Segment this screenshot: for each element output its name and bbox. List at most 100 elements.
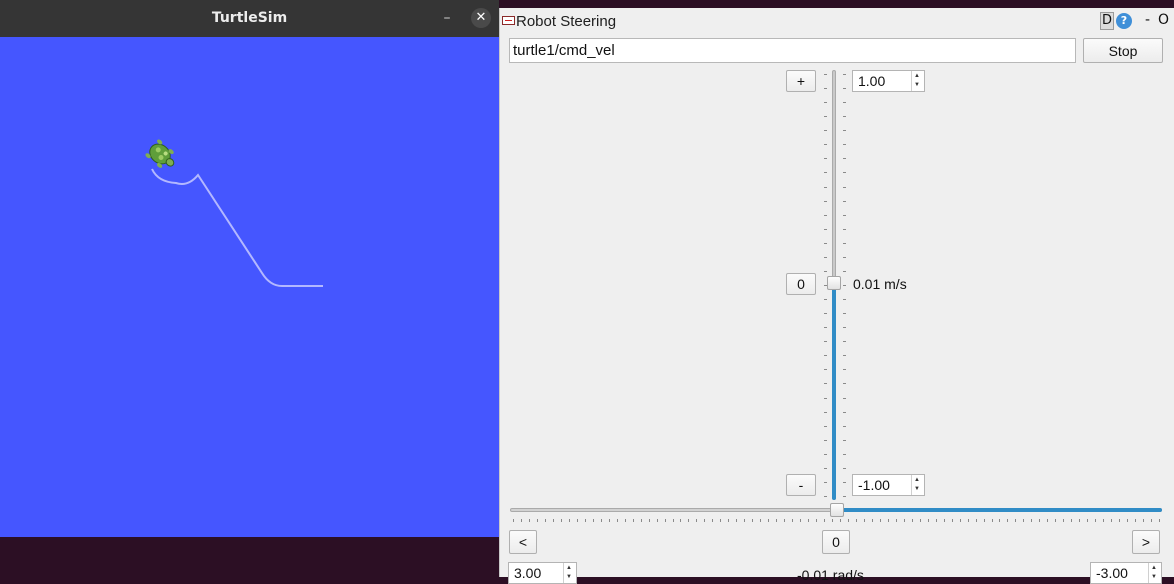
slider-tick: [843, 172, 846, 174]
spin-arrows-icon[interactable]: ▲ ▼: [911, 71, 924, 91]
slider-tick: [792, 519, 794, 522]
slider-tick: [959, 519, 961, 522]
minimize-plugin-button[interactable]: -: [1145, 12, 1150, 28]
slider-tick: [776, 519, 778, 522]
slider-tick: [863, 519, 865, 522]
robot-steering-header: Robot Steering D ? - O: [500, 12, 1174, 32]
slider-tick: [1071, 519, 1073, 522]
slider-tick: [1143, 519, 1145, 522]
spin-arrows-icon[interactable]: ▲ ▼: [911, 475, 924, 495]
slider-tick: [935, 519, 937, 522]
topic-input[interactable]: [509, 38, 1076, 63]
angular-min-spinbox[interactable]: -3.00 ▲ ▼: [1090, 562, 1162, 584]
slider-tick: [843, 74, 846, 75]
slider-tick: [808, 519, 810, 522]
slider-tick: [816, 519, 818, 522]
angular-zero-button[interactable]: 0: [822, 530, 850, 554]
slider-tick: [843, 467, 846, 469]
slider-tick: [843, 383, 846, 385]
slider-tick: [843, 116, 846, 118]
slider-tick: [951, 519, 953, 522]
slider-tick: [824, 74, 827, 75]
slider-tick: [843, 355, 846, 357]
spin-arrows-icon[interactable]: ▲ ▼: [1148, 563, 1161, 583]
slider-tick: [1015, 519, 1017, 522]
slider-tick: [824, 496, 827, 497]
slider-tick: [1103, 519, 1105, 522]
slider-tick: [879, 519, 881, 522]
slider-tick: [824, 519, 826, 522]
linear-max-spinbox[interactable]: 1.00 ▲ ▼: [852, 70, 925, 92]
slider-tick: [843, 299, 846, 301]
linear-slider-handle[interactable]: [827, 275, 841, 290]
linear-min-spinbox[interactable]: -1.00 ▲ ▼: [852, 474, 925, 496]
help-icon[interactable]: ?: [1116, 13, 1132, 29]
slider-tick: [768, 519, 770, 522]
slider-tick: [696, 519, 698, 522]
robot-steering-window: Robot Steering D ? - O Stop + 0 - 1.00 ▲…: [499, 8, 1174, 584]
slider-tick: [544, 519, 546, 522]
linear-velocity-readout: 0.01 m/s: [853, 276, 907, 292]
close-button[interactable]: ✕: [471, 8, 491, 28]
slider-tick: [824, 116, 827, 118]
angular-left-button[interactable]: <: [509, 530, 537, 554]
debug-button[interactable]: D: [1100, 12, 1114, 30]
slider-tick: [847, 519, 849, 522]
slider-tick: [600, 519, 602, 522]
slider-tick: [1031, 519, 1033, 522]
linear-increase-button[interactable]: +: [786, 70, 816, 92]
angular-max-value: 3.00: [514, 565, 542, 581]
slider-tick: [824, 355, 827, 357]
slider-tick: [1063, 519, 1065, 522]
slider-tick: [752, 519, 754, 522]
slider-tick: [632, 519, 634, 522]
slider-tick: [911, 519, 913, 522]
slider-tick: [843, 327, 846, 329]
slider-tick: [824, 327, 827, 329]
slider-tick: [824, 214, 827, 216]
slider-tick: [843, 313, 846, 315]
stop-button[interactable]: Stop: [1083, 38, 1163, 63]
slider-tick: [1079, 519, 1081, 522]
slider-tick: [824, 411, 827, 413]
slider-tick: [824, 397, 827, 399]
slider-tick: [720, 519, 722, 522]
slider-tick: [843, 425, 846, 427]
slider-tick: [843, 285, 846, 286]
linear-slider-fill: [832, 282, 836, 500]
slider-tick: [656, 519, 658, 522]
linear-min-value: -1.00: [858, 477, 890, 493]
slider-tick: [536, 519, 538, 522]
slider-tick: [871, 519, 873, 522]
slider-tick: [608, 519, 610, 522]
minimize-button[interactable]: –: [439, 8, 455, 28]
slider-tick: [824, 186, 827, 188]
slider-tick: [843, 242, 846, 244]
slider-tick: [843, 200, 846, 202]
slider-tick: [576, 519, 578, 522]
slider-tick: [824, 285, 827, 286]
slider-tick: [568, 519, 570, 522]
spin-arrows-icon[interactable]: ▲ ▼: [563, 563, 576, 583]
angular-velocity-slider[interactable]: [510, 503, 1162, 527]
angular-right-button[interactable]: >: [1132, 530, 1160, 554]
slider-tick: [843, 270, 846, 272]
linear-velocity-slider[interactable]: [824, 70, 848, 500]
turtlesim-titlebar[interactable]: TurtleSim – ✕: [0, 0, 499, 37]
slider-tick: [824, 144, 827, 146]
slider-tick: [1087, 519, 1089, 522]
slider-tick: [843, 481, 846, 483]
turtlesim-title: TurtleSim: [211, 10, 288, 26]
close-plugin-button[interactable]: O: [1158, 12, 1169, 28]
slider-tick: [843, 256, 846, 258]
linear-zero-button[interactable]: 0: [786, 273, 816, 295]
angular-slider-handle[interactable]: [830, 503, 845, 517]
slider-tick: [843, 228, 846, 230]
linear-decrease-button[interactable]: -: [786, 474, 816, 496]
angular-max-spinbox[interactable]: 3.00 ▲ ▼: [508, 562, 577, 584]
slider-tick: [843, 88, 846, 90]
turtlesim-canvas: [0, 37, 499, 537]
slider-tick: [592, 519, 594, 522]
slider-tick: [704, 519, 706, 522]
slider-tick: [975, 519, 977, 522]
